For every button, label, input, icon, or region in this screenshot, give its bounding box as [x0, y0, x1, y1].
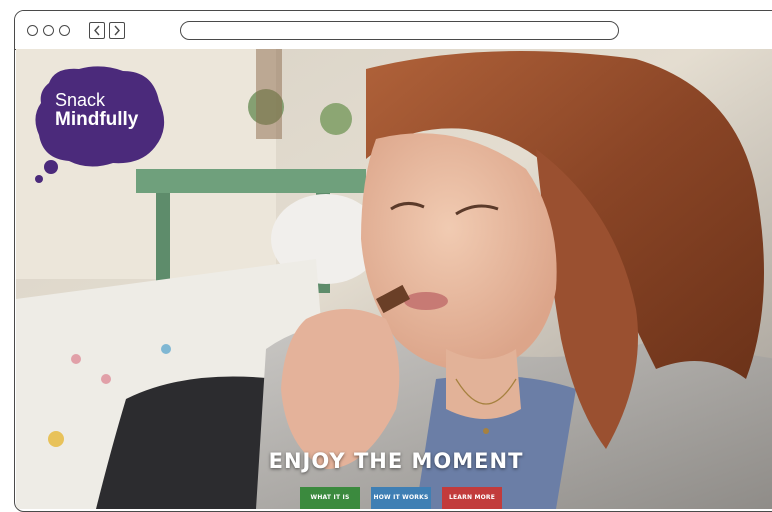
- window-dot-icon[interactable]: [27, 25, 38, 36]
- learn-more-button[interactable]: LEARN MORE: [442, 487, 502, 509]
- window-dot-icon[interactable]: [43, 25, 54, 36]
- browser-toolbar: [15, 11, 772, 50]
- what-it-is-button[interactable]: WHAT IT IS: [300, 487, 360, 509]
- forward-arrow-icon[interactable]: [109, 22, 125, 39]
- browser-window: Snack Mindfully ENJOY THE MOMENT WHAT IT…: [14, 10, 772, 512]
- back-arrow-icon[interactable]: [89, 22, 105, 39]
- logo-line-2: Mindfully: [55, 109, 139, 130]
- hero-headline: ENJOY THE MOMENT: [268, 449, 524, 473]
- address-bar[interactable]: [180, 21, 619, 40]
- logo-text: Snack Mindfully: [55, 91, 138, 129]
- hero-image: Snack Mindfully ENJOY THE MOMENT WHAT IT…: [16, 49, 772, 509]
- logo-line-1: Snack: [55, 90, 106, 110]
- snack-mindfully-logo[interactable]: Snack Mindfully: [31, 65, 171, 183]
- window-dot-icon[interactable]: [59, 25, 70, 36]
- how-it-works-button[interactable]: HOW IT WORKS: [371, 487, 431, 509]
